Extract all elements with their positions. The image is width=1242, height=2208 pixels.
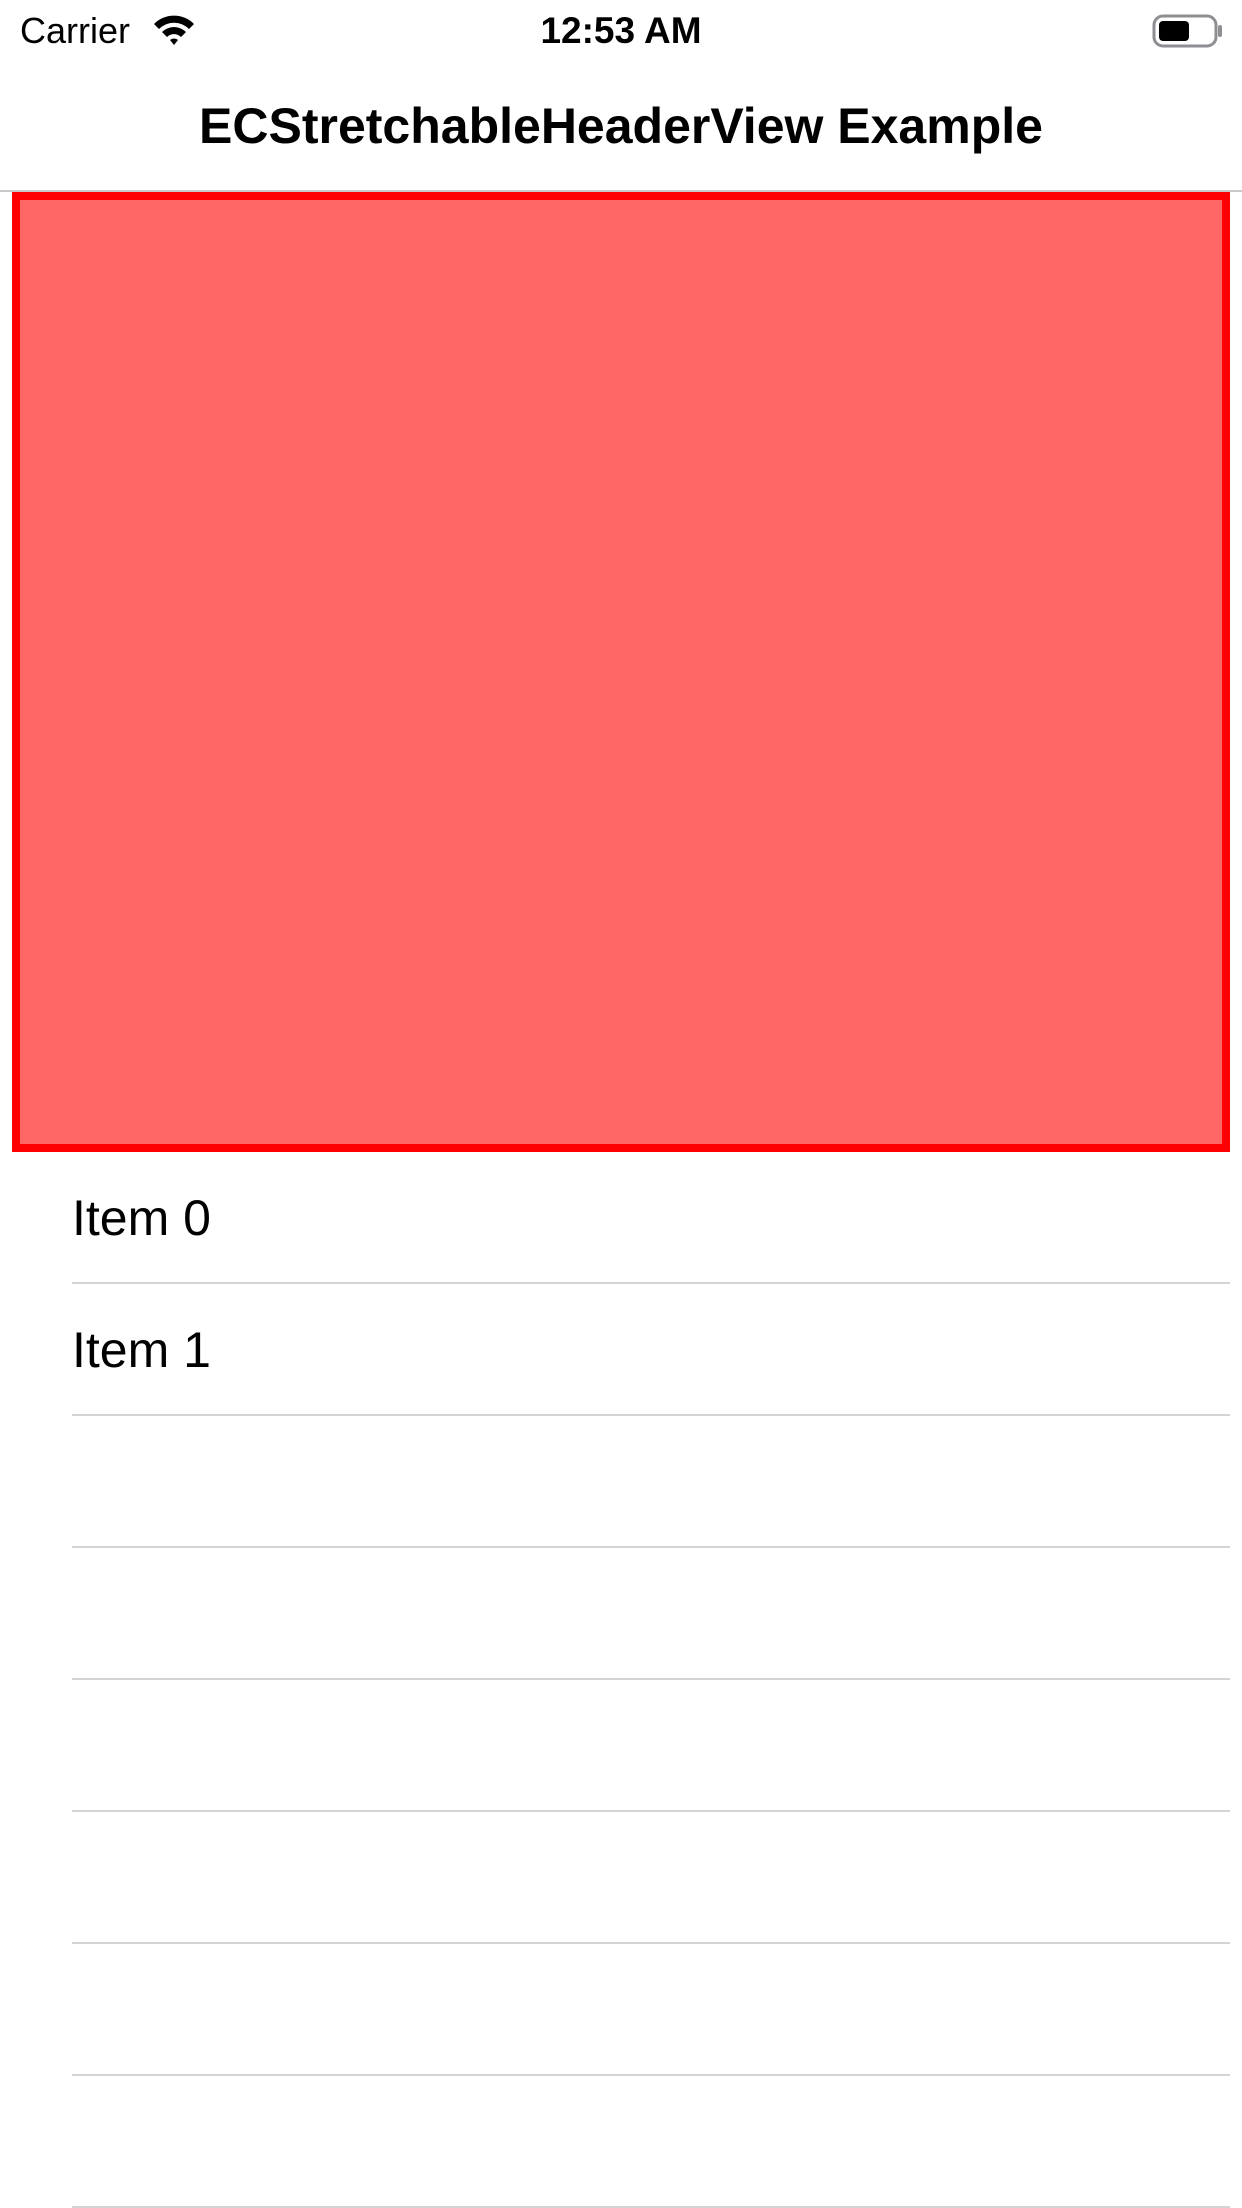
table-row[interactable]: [0, 2076, 1242, 2208]
row-label: Item 0: [72, 1190, 211, 1246]
row-label: Item 1: [72, 1322, 211, 1378]
table-row[interactable]: [0, 1416, 1242, 1548]
table-row[interactable]: Item 0: [0, 1152, 1242, 1284]
table-row[interactable]: Item 1: [0, 1284, 1242, 1416]
table-row[interactable]: [0, 1944, 1242, 2076]
status-time: 12:53 AM: [540, 10, 702, 51]
nav-title: ECStretchableHeaderView Example: [199, 98, 1043, 154]
table-view[interactable]: Item 0 Item 1: [0, 1152, 1242, 2208]
stretchable-header-view[interactable]: [12, 192, 1230, 1152]
status-bar: Carrier 12:53 AM: [0, 0, 1242, 60]
table-row[interactable]: [0, 1548, 1242, 1680]
battery-icon: [1152, 14, 1224, 48]
table-row[interactable]: [0, 1812, 1242, 1944]
table-row[interactable]: [0, 1680, 1242, 1812]
navigation-bar: ECStretchableHeaderView Example: [0, 60, 1242, 192]
